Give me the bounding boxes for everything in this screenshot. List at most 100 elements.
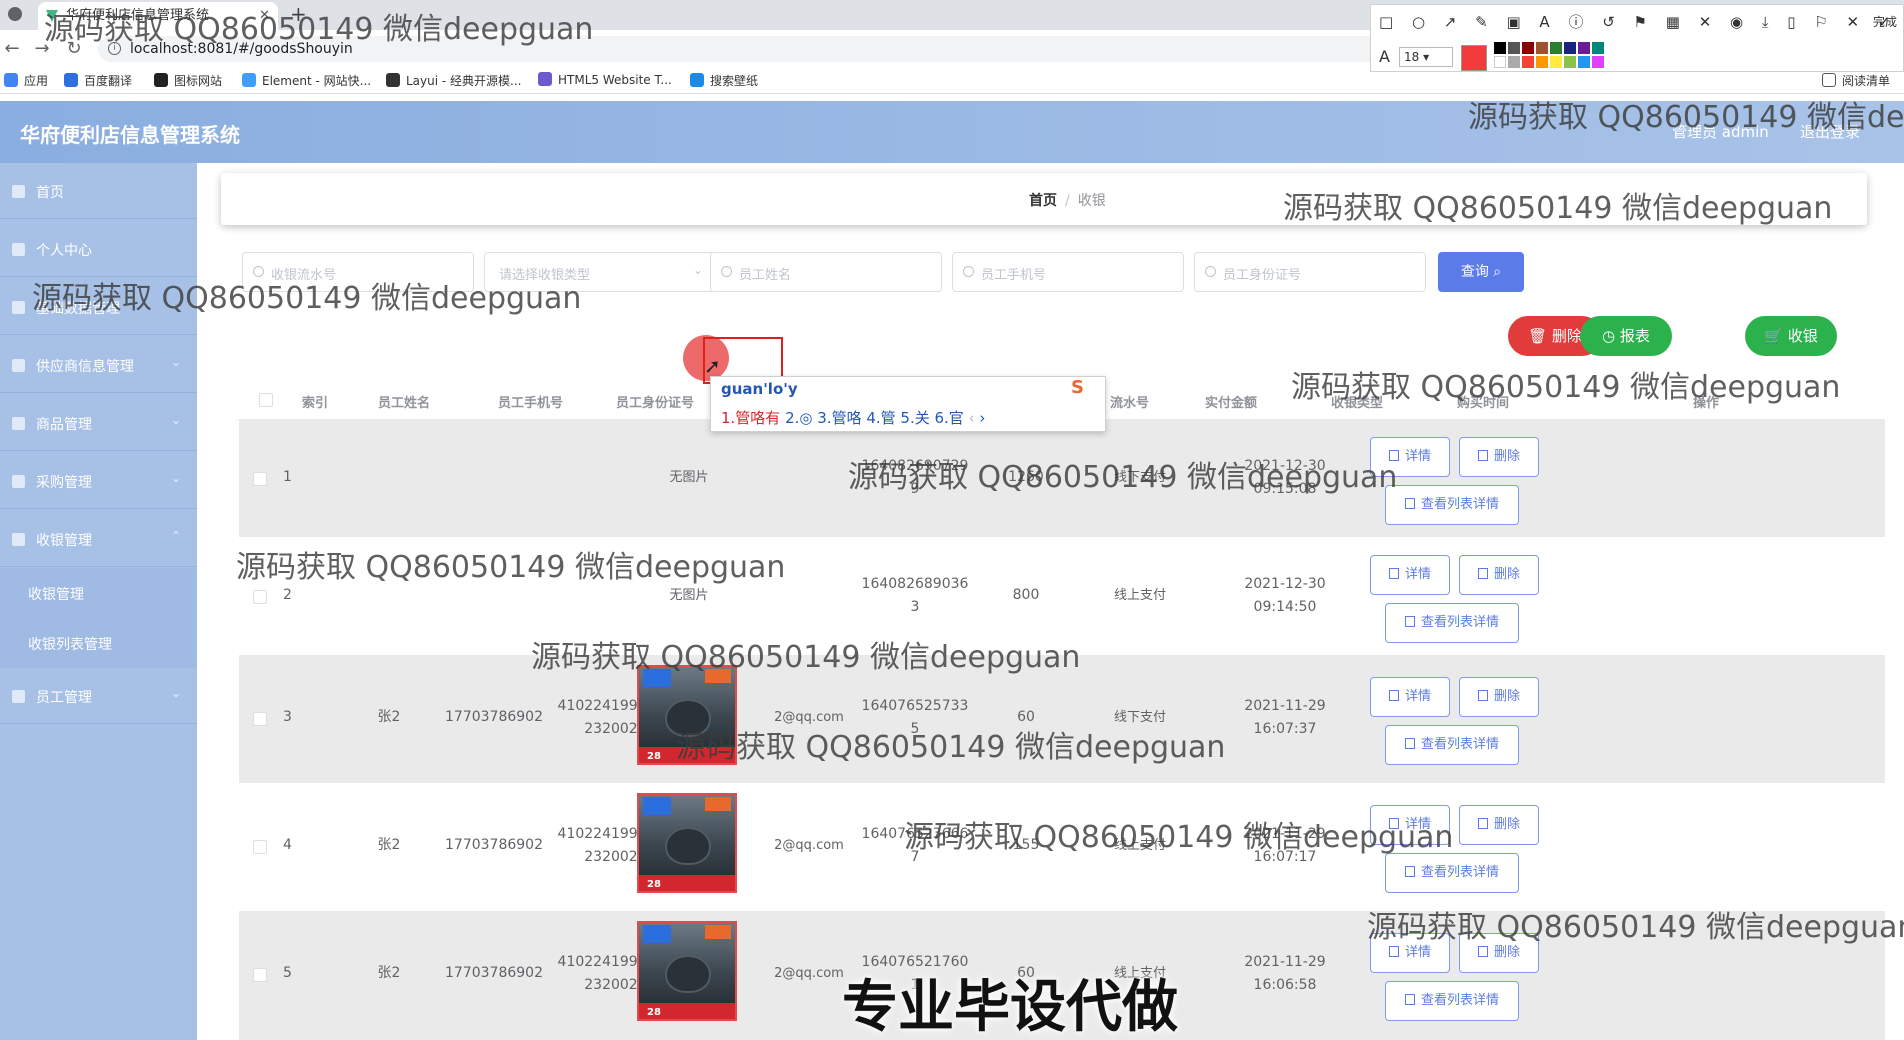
color-swatch[interactable]	[1508, 42, 1520, 54]
cell-photo: 无图片	[669, 588, 709, 603]
photo-number: 28	[647, 1007, 661, 1018]
row-checkbox[interactable]	[253, 712, 267, 726]
color-swatch[interactable]	[1536, 42, 1548, 54]
row-delete-button[interactable]: 删除	[1459, 805, 1539, 845]
cell-phone: 17703786902	[445, 709, 543, 725]
system-title: 华府便利店信息管理系统	[20, 123, 240, 147]
select-all-checkbox[interactable]	[259, 393, 273, 407]
color-swatch[interactable]	[1508, 56, 1520, 68]
bookmark-wallpaper[interactable]: 搜索壁纸	[690, 72, 758, 89]
detail-button[interactable]: 详情	[1370, 555, 1450, 595]
goods-photo[interactable]: 28	[637, 921, 737, 1021]
report-button[interactable]: ◷ 报表	[1580, 316, 1672, 356]
browser-menu-icon[interactable]	[8, 7, 22, 21]
sidebar-item-staff[interactable]: 员工管理 ⌄	[0, 668, 197, 724]
sidebar-item-label: 员工管理	[36, 690, 92, 706]
cell-phone: 17703786902	[445, 965, 543, 981]
color-swatch[interactable]	[1550, 42, 1562, 54]
list-detail-button[interactable]: 查看列表详情	[1385, 853, 1519, 893]
list-detail-button[interactable]: 查看列表详情	[1385, 981, 1519, 1021]
font-size-select[interactable]: 18 ▾	[1399, 47, 1453, 67]
list-icon	[12, 301, 25, 314]
sidebar-item-goods[interactable]: 商品管理 ⌄	[0, 395, 197, 451]
row-checkbox[interactable]	[253, 840, 267, 854]
snip-tool-icons[interactable]: □ ○ ↗ ✎ ▣ A ⓘ ↺ ⚑ ▦ ✕ ◉ ⤓ ▯ ⚐ ✕ ✓	[1379, 11, 1897, 32]
goods-photo[interactable]: 28	[637, 793, 737, 893]
color-swatch[interactable]	[1564, 42, 1576, 54]
color-swatch[interactable]	[1592, 42, 1604, 54]
button-label: 报表	[1619, 327, 1650, 345]
cell-name: 张2	[377, 965, 401, 981]
cell-index: 2	[283, 587, 292, 603]
reading-list[interactable]: 阅读清单	[1822, 72, 1890, 89]
bookmark-element[interactable]: Element - 网站快...	[242, 72, 371, 89]
cell-name: 张2	[377, 837, 401, 853]
breadcrumb-separator: /	[1065, 193, 1070, 209]
color-swatch[interactable]	[1550, 56, 1562, 68]
row-delete-button[interactable]: 删除	[1459, 555, 1539, 595]
cashier-button[interactable]: 🛒 收银	[1745, 316, 1837, 356]
sidebar-subitem-cashier-list[interactable]: 收银列表管理	[0, 618, 197, 668]
breadcrumb-home[interactable]: 首页	[1029, 193, 1057, 209]
th-index: 索引	[302, 396, 329, 411]
th-idcard: 员工身份证号	[616, 396, 695, 411]
breadcrumb-trail: 首页 / 收银	[1029, 190, 1106, 210]
list-detail-button[interactable]: 查看列表详情	[1385, 725, 1519, 765]
breadcrumb-current: 收银	[1077, 193, 1106, 209]
detail-button[interactable]: 详情	[1370, 677, 1450, 717]
query-button[interactable]: 查询 ⌕	[1438, 252, 1524, 292]
cashier-icon	[12, 533, 25, 546]
staff-name-input[interactable]: 员工姓名	[710, 252, 942, 292]
row-delete-button[interactable]: 删除	[1459, 437, 1539, 477]
bookmark-apps[interactable]: 应用	[4, 72, 48, 89]
ime-candidates[interactable]: 1.管咯有 2.◎ 3.管咯 4.管 5.关 6.官 ‹ ›	[721, 407, 985, 428]
chevron-up-icon: ⌃	[170, 529, 181, 543]
staff-idcard-input[interactable]: 员工身份证号	[1194, 252, 1426, 292]
color-swatch[interactable]	[1522, 56, 1534, 68]
row-checkbox[interactable]	[253, 590, 267, 604]
ime-candidate-rest[interactable]: 2.◎ 3.管咯 4.管 5.关 6.官	[785, 409, 964, 427]
bookmark-icon-site[interactable]: 图标网站	[154, 72, 222, 89]
button-label: 详情	[1404, 567, 1431, 582]
row-checkbox[interactable]	[253, 968, 267, 982]
row-checkbox[interactable]	[253, 472, 267, 486]
document-icon	[1404, 738, 1415, 749]
teapot-image	[667, 957, 709, 991]
sidebar-item-purchase[interactable]: 采购管理 ⌄	[0, 453, 197, 509]
list-detail-button[interactable]: 查看列表详情	[1385, 485, 1519, 525]
snip-done-button[interactable]: 完成	[1873, 13, 1897, 30]
search-icon	[963, 266, 974, 277]
ime-prev-icon[interactable]: ‹	[969, 409, 975, 427]
color-swatch[interactable]	[1578, 56, 1590, 68]
ime-next-icon[interactable]: ›	[979, 409, 985, 427]
color-swatch[interactable]	[1494, 42, 1506, 54]
color-swatch[interactable]	[1536, 56, 1548, 68]
list-detail-button[interactable]: 查看列表详情	[1385, 603, 1519, 643]
reading-list-icon	[1822, 73, 1836, 87]
sidebar-subitem-cashier[interactable]: 收银管理	[0, 568, 197, 618]
back-icon[interactable]: ←	[0, 38, 24, 59]
chevron-down-icon: ⌄	[170, 686, 181, 700]
mouse-cursor-icon: ➚	[704, 354, 721, 378]
sidebar-item-cashier[interactable]: 收银管理 ⌃	[0, 511, 197, 567]
watermark: 源码获取 QQ86050149 微信deepguan	[531, 640, 1081, 675]
ime-candidate-first[interactable]: 1.管咯有	[721, 409, 780, 427]
color-swatch[interactable]	[1494, 56, 1506, 68]
photo-number: 28	[647, 751, 661, 762]
row-delete-button[interactable]: 删除	[1459, 677, 1539, 717]
staff-phone-input[interactable]: 员工手机号	[952, 252, 1184, 292]
sidebar-item-profile[interactable]: 个人中心	[0, 221, 197, 277]
color-swatch[interactable]	[1592, 56, 1604, 68]
button-label: 删除	[1493, 689, 1520, 704]
sidebar-item-label: 个人中心	[36, 243, 92, 259]
current-color-swatch[interactable]	[1461, 45, 1487, 71]
bookmark-layui[interactable]: Layui - 经典开源模...	[386, 72, 521, 89]
photo-tag	[705, 925, 731, 939]
bookmark-baidu-translate[interactable]: 百度翻译	[64, 72, 132, 89]
color-swatch[interactable]	[1522, 42, 1534, 54]
sidebar-item-home[interactable]: 首页	[0, 163, 197, 219]
color-swatch[interactable]	[1578, 42, 1590, 54]
sidebar-item-suppliers[interactable]: 供应商信息管理 ⌄	[0, 337, 197, 393]
color-swatch[interactable]	[1564, 56, 1576, 68]
bookmark-html5[interactable]: HTML5 Website T...	[538, 72, 672, 87]
